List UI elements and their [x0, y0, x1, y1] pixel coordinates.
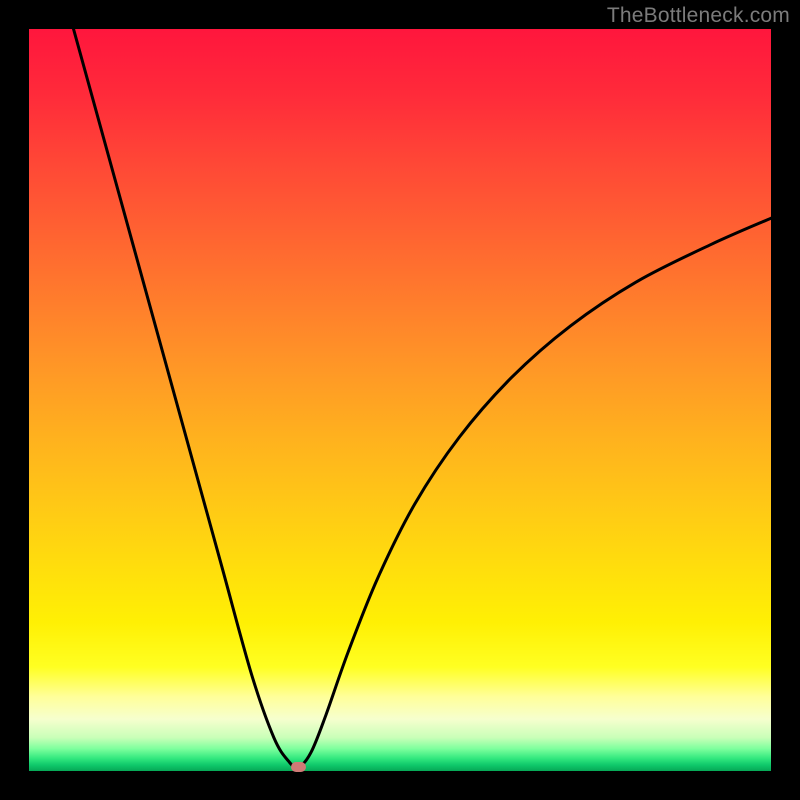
- plot-area: [29, 29, 771, 771]
- watermark: TheBottleneck.com: [607, 4, 790, 28]
- min-marker: [291, 762, 306, 772]
- bottleneck-curve: [29, 29, 771, 771]
